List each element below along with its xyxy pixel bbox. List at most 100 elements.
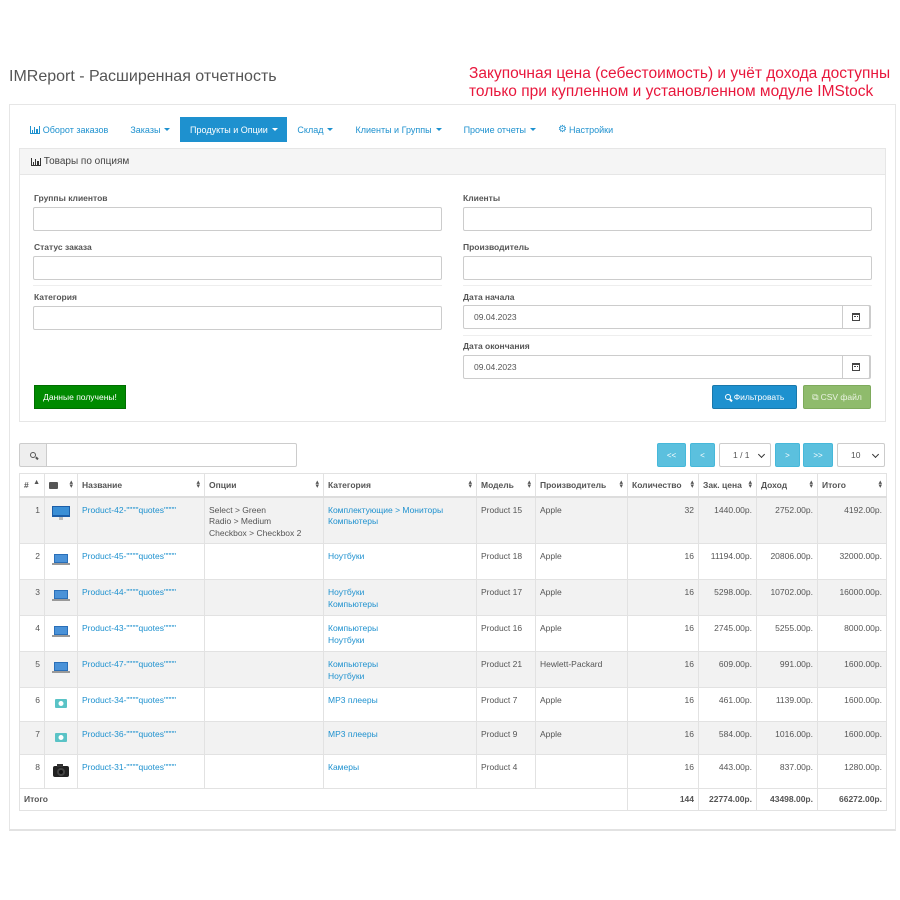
date-end-input[interactable]: 09.04.2023 xyxy=(463,355,871,379)
date-start-label: Дата начала xyxy=(463,292,515,302)
product-thumbnail-laptop[interactable] xyxy=(51,658,71,676)
date-end-picker-button[interactable] xyxy=(842,355,870,379)
col-header-model[interactable]: Модель ▴ ▾ xyxy=(476,473,536,498)
sort-icon: ▴ ▾ xyxy=(809,479,813,490)
product-name-link[interactable]: Product-45-""""quotes"""" xyxy=(82,551,176,561)
row-number: 5 xyxy=(19,651,45,688)
category-link[interactable]: Камеры xyxy=(328,762,472,774)
col-label: Модель xyxy=(481,479,514,490)
order-status-input[interactable] xyxy=(33,256,442,280)
product-name-link[interactable]: Product-47-""""quotes"""" xyxy=(82,659,176,669)
col-header-quantity[interactable]: Количество ▴ ▾ xyxy=(627,473,699,498)
table-row: 4 Product-43-""""quotes"""" Компьютеры Но… xyxy=(19,615,887,652)
product-thumbnail-monitor[interactable] xyxy=(51,504,71,522)
col-header-manufacturer[interactable]: Производитель ▴ ▾ xyxy=(535,473,628,498)
table-search-input[interactable] xyxy=(46,443,297,467)
pagination-prev-button[interactable]: < xyxy=(690,443,715,467)
total-cell: 1600.00р. xyxy=(817,651,887,688)
cost-cell: 443.00р. xyxy=(698,754,757,789)
product-name-link[interactable]: Product-36-""""quotes"""" xyxy=(82,729,176,739)
nav-tab-products-options[interactable]: Продукты и Опции xyxy=(180,117,288,142)
product-thumbnail-laptop[interactable] xyxy=(51,622,71,640)
nav-tab-settings[interactable]: ⚙ Настройки xyxy=(548,117,623,142)
footer-total: 66272.00р. xyxy=(817,788,887,811)
pagination-next-button[interactable]: > xyxy=(775,443,800,467)
category-link[interactable]: Компьютеры xyxy=(328,623,472,635)
panel-heading: Товары по опциям xyxy=(20,149,885,175)
product-name-link[interactable]: Product-42-""""quotes"""" xyxy=(82,505,176,515)
category-link[interactable]: Комплектующие > Мониторы xyxy=(328,505,472,517)
manufacturer-input[interactable] xyxy=(463,256,872,280)
col-header-options[interactable]: Опции ▴ ▾ xyxy=(204,473,324,498)
date-start-input[interactable]: 09.04.2023 xyxy=(463,305,871,329)
product-image-cell xyxy=(44,754,78,789)
category-link[interactable]: Ноутбуки xyxy=(328,551,472,563)
category-link[interactable]: Ноутбуки xyxy=(328,635,472,647)
income-cell: 5255.00р. xyxy=(756,615,818,652)
col-header-image[interactable]: ▴ ▾ xyxy=(44,473,78,498)
product-name-link[interactable]: Product-44-""""quotes"""" xyxy=(82,587,176,597)
date-end-value: 09.04.2023 xyxy=(474,362,517,372)
category-link[interactable]: Ноутбуки xyxy=(328,587,472,599)
manufacturer-cell: Hewlett-Packard xyxy=(535,651,628,688)
product-image-cell xyxy=(44,579,78,616)
product-thumbnail-laptop[interactable] xyxy=(51,586,71,604)
product-name-link[interactable]: Product-31-""""quotes"""" xyxy=(82,762,176,772)
product-name-link[interactable]: Product-43-""""quotes"""" xyxy=(82,623,176,633)
col-header-number[interactable]: # ▲ xyxy=(19,473,45,498)
income-cell: 837.00р. xyxy=(756,754,818,789)
nav-tab-warehouse[interactable]: Склад xyxy=(287,117,343,142)
product-name-link[interactable]: Product-34-""""quotes"""" xyxy=(82,695,176,705)
nav-tab-customers-groups[interactable]: Клиенты и Группы xyxy=(345,117,451,142)
category-link[interactable]: MP3 плееры xyxy=(328,695,472,707)
page-select[interactable]: 1 / 1 xyxy=(719,443,771,467)
date-start-picker-button[interactable] xyxy=(842,305,870,329)
nav-tab-order-turnover[interactable]: Оборот заказов xyxy=(20,117,118,142)
col-label: # xyxy=(24,479,29,490)
options-cell xyxy=(204,687,324,722)
csv-export-button[interactable]: ⧉ CSV файл xyxy=(803,385,871,409)
product-image-cell xyxy=(44,721,78,755)
category-link[interactable]: Компьютеры xyxy=(328,659,472,671)
total-cell: 32000.00р. xyxy=(817,543,887,580)
cost-cell: 584.00р. xyxy=(698,721,757,755)
customers-input[interactable] xyxy=(463,207,872,231)
pagination-last-button[interactable]: >> xyxy=(803,443,833,467)
option-line: Checkbox > Checkbox 2 xyxy=(209,527,302,538)
csv-button-label: CSV файл xyxy=(820,392,862,402)
product-thumbnail-camera[interactable] xyxy=(51,761,71,779)
page-title: IMReport - Расширенная отчетность xyxy=(9,68,277,85)
nav-tab-orders[interactable]: Заказы xyxy=(120,117,180,142)
col-header-total[interactable]: Итого ▴ ▾ xyxy=(817,473,887,498)
row-number: 4 xyxy=(19,615,45,652)
product-thumbnail-mp3-player[interactable] xyxy=(51,728,71,746)
date-end-label: Дата окончания xyxy=(463,341,530,351)
category-link[interactable]: Ноутбуки xyxy=(328,671,472,683)
product-thumbnail-mp3-player[interactable] xyxy=(51,694,71,712)
nav-label: Продукты и Опции xyxy=(190,124,268,135)
category-cell: Комплектующие > Мониторы Компьютеры xyxy=(323,496,477,544)
col-header-cost[interactable]: Зак. цена ▴ ▾ xyxy=(698,473,757,498)
nav-tab-other-reports[interactable]: Прочие отчеты xyxy=(454,117,546,142)
income-cell: 10702.00р. xyxy=(756,579,818,616)
category-link[interactable]: Компьютеры xyxy=(328,516,472,528)
per-page-select[interactable]: 10 xyxy=(837,443,885,467)
col-header-income[interactable]: Доход ▴ ▾ xyxy=(756,473,818,498)
table-search-addon xyxy=(19,443,47,467)
total-cell: 8000.00р. xyxy=(817,615,887,652)
col-label: Производитель xyxy=(540,479,607,490)
product-thumbnail-laptop[interactable] xyxy=(51,550,71,568)
filter-button[interactable]: Фильтровать xyxy=(712,385,797,409)
category-link[interactable]: MP3 плееры xyxy=(328,729,472,741)
options-cell xyxy=(204,721,324,755)
col-header-category[interactable]: Категория ▴ ▾ xyxy=(323,473,477,498)
category-link[interactable]: Компьютеры xyxy=(328,599,472,611)
category-input[interactable] xyxy=(33,306,442,330)
pagination-first-button[interactable]: << xyxy=(657,443,686,467)
model-cell: Product 15 xyxy=(476,496,536,544)
notice-line-1: Закупочная цена (себестоимость) и учёт д… xyxy=(469,65,891,82)
nav-label: Прочие отчеты xyxy=(463,124,526,135)
col-header-name[interactable]: Название ▴ ▾ xyxy=(77,473,205,498)
manufacturer-cell: Apple xyxy=(535,687,628,722)
customer-groups-input[interactable] xyxy=(33,207,442,231)
